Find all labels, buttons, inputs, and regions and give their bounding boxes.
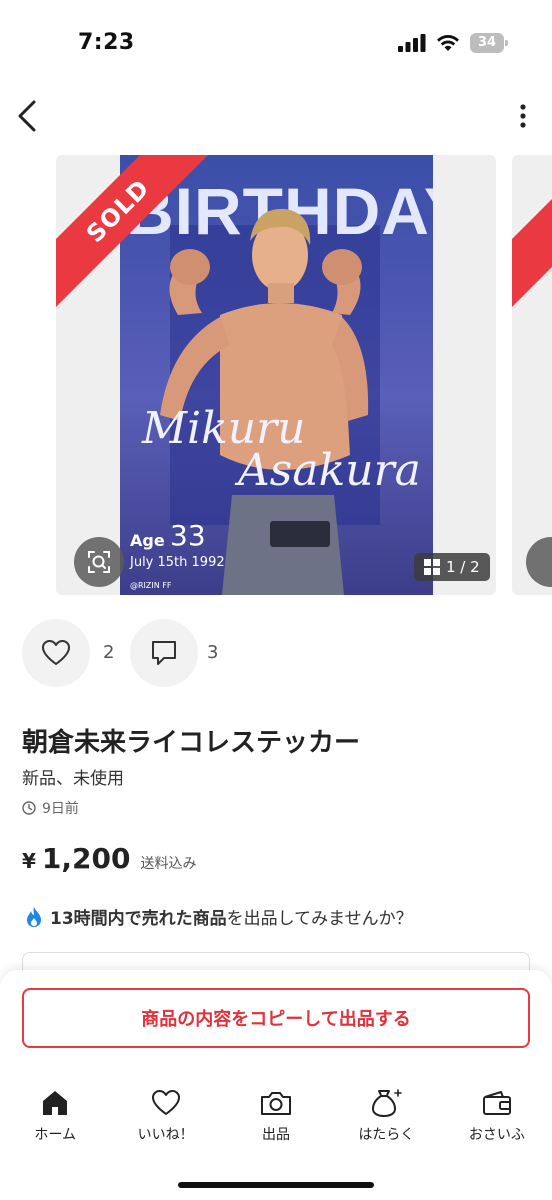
comment-icon bbox=[152, 641, 176, 665]
battery-icon: 34 bbox=[470, 33, 508, 53]
price-value: 1,200 bbox=[41, 842, 131, 875]
camera-icon bbox=[261, 1092, 292, 1115]
tab-home[interactable]: ホーム bbox=[0, 1088, 110, 1158]
tab-label: はたらく bbox=[358, 1127, 415, 1143]
like-button[interactable] bbox=[22, 619, 90, 687]
money-bag-icon bbox=[372, 1089, 403, 1117]
status-time: 7:23 bbox=[78, 30, 135, 55]
item-condition: 新品、未使用 bbox=[22, 769, 124, 789]
chevron-left-icon[interactable] bbox=[14, 96, 42, 136]
tab-wallet[interactable]: おさいふ bbox=[442, 1088, 552, 1158]
zoom-button[interactable] bbox=[74, 537, 124, 587]
home-indicator bbox=[178, 1182, 374, 1188]
like-count: 2 bbox=[103, 642, 115, 663]
item-title: 朝倉未来ライコレステッカー bbox=[22, 728, 361, 758]
poster-age-value: 33 bbox=[170, 519, 206, 552]
poster-birth-date: July 15th 1992 bbox=[130, 555, 225, 570]
promo-message: 13時間内で売れた商品 を出品してみませんか？ bbox=[24, 904, 413, 929]
heart-icon bbox=[151, 1090, 180, 1115]
promo-rest-text: を出品してみませんか？ bbox=[226, 909, 413, 929]
poster-name-last: Asakura bbox=[238, 445, 421, 496]
sticker-image: BIRTHDAY Mikuru bbox=[120, 155, 433, 595]
posted-text: 9日前 bbox=[42, 801, 79, 817]
promo-strong-text: 13時間内で売れた商品 bbox=[50, 909, 227, 929]
copy-listing-button[interactable]: 商品の内容をコピーして出品する bbox=[22, 988, 530, 1048]
clock-icon bbox=[22, 801, 36, 815]
zoom-button-peek bbox=[526, 537, 552, 587]
poster-credit: @RIZIN FF bbox=[130, 581, 172, 590]
flame-icon bbox=[27, 906, 41, 927]
wifi-icon bbox=[437, 35, 459, 51]
sold-ribbon-peek bbox=[512, 155, 552, 313]
shipping-note: 送料込み bbox=[140, 856, 197, 872]
more-vertical-icon[interactable] bbox=[516, 102, 530, 130]
wallet-icon bbox=[482, 1091, 511, 1115]
home-icon bbox=[43, 1091, 68, 1115]
photo-carousel[interactable]: BIRTHDAY Mikuru bbox=[0, 155, 552, 597]
page-indicator-text: 1 / 2 bbox=[446, 558, 480, 576]
comment-count: 3 bbox=[207, 642, 219, 663]
tab-bar: ホーム いいね！ 出品 はたらく おさいふ bbox=[0, 1088, 552, 1158]
tab-label: おさいふ bbox=[468, 1127, 525, 1143]
fighter-figure bbox=[160, 208, 369, 595]
price-symbol: ¥ bbox=[22, 849, 36, 873]
signal-icon bbox=[398, 34, 426, 52]
product-photo[interactable]: BIRTHDAY Mikuru bbox=[56, 155, 496, 595]
page-indicator[interactable]: 1 / 2 bbox=[414, 553, 490, 581]
zoom-scan-icon bbox=[88, 551, 110, 573]
tab-label: 出品 bbox=[262, 1127, 291, 1143]
heart-icon bbox=[42, 640, 70, 665]
tab-work[interactable]: はたらく bbox=[331, 1088, 441, 1158]
tab-label: ホーム bbox=[34, 1127, 76, 1143]
status-bar: 7:23 34 bbox=[0, 0, 552, 90]
comment-button[interactable] bbox=[130, 619, 198, 687]
status-indicators: 34 bbox=[398, 33, 508, 53]
next-photo-peek[interactable] bbox=[512, 155, 552, 595]
price: ¥ 1,200 送料込み bbox=[22, 842, 197, 875]
tab-sell[interactable]: 出品 bbox=[221, 1088, 331, 1158]
poster-age-label: Age bbox=[130, 531, 165, 550]
item-posted-time: 9日前 bbox=[22, 798, 79, 818]
tab-label: いいね！ bbox=[137, 1127, 194, 1143]
grid-icon bbox=[424, 559, 440, 575]
tab-likes[interactable]: いいね！ bbox=[110, 1088, 220, 1158]
